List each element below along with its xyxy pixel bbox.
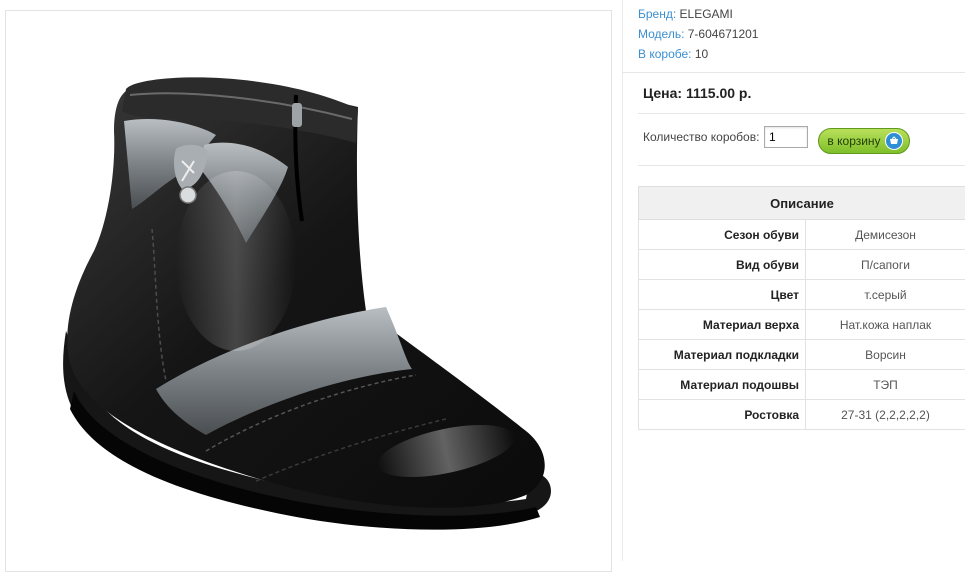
spec-key: Материал подошвы bbox=[639, 370, 806, 400]
spec-key: Сезон обуви bbox=[639, 220, 806, 250]
brand-value: ELEGAMI bbox=[680, 7, 733, 21]
separator bbox=[638, 113, 965, 114]
box-label: В коробе: bbox=[638, 47, 692, 61]
column-divider bbox=[622, 0, 623, 561]
model-label: Модель: bbox=[638, 27, 684, 41]
table-row: Ростовка 27-31 (2,2,2,2,2) bbox=[639, 400, 965, 430]
separator bbox=[622, 72, 965, 73]
table-row: Цвет т.серый bbox=[639, 280, 965, 310]
spec-value: 27-31 (2,2,2,2,2) bbox=[806, 400, 965, 430]
spec-value: ТЭП bbox=[806, 370, 965, 400]
spec-key: Ростовка bbox=[639, 400, 806, 430]
spec-value: Нат.кожа наплак bbox=[806, 310, 965, 340]
spec-value: Демисезон bbox=[806, 220, 965, 250]
brand-line: Бренд: ELEGAMI bbox=[638, 7, 733, 21]
model-line: Модель: 7-604671201 bbox=[638, 27, 758, 41]
spec-key: Материал верха bbox=[639, 310, 806, 340]
add-to-cart-label: в корзину bbox=[827, 134, 880, 148]
quantity-input[interactable] bbox=[764, 126, 808, 148]
spec-value: П/сапоги bbox=[806, 250, 965, 280]
box-value: 10 bbox=[695, 47, 708, 61]
spec-key: Материал подкладки bbox=[639, 340, 806, 370]
description-table: Описание Сезон обуви Демисезон Вид обуви… bbox=[638, 186, 965, 430]
table-row: Материал подошвы ТЭП bbox=[639, 370, 965, 400]
table-row: Вид обуви П/сапоги bbox=[639, 250, 965, 280]
brand-label: Бренд: bbox=[638, 7, 676, 21]
table-row: Материал подкладки Ворсин bbox=[639, 340, 965, 370]
spec-key: Цвет bbox=[639, 280, 806, 310]
spec-value: т.серый bbox=[806, 280, 965, 310]
spec-value: Ворсин bbox=[806, 340, 965, 370]
model-value: 7-604671201 bbox=[688, 27, 759, 41]
product-image[interactable] bbox=[5, 10, 612, 572]
boot-illustration bbox=[6, 11, 611, 571]
add-to-cart-button[interactable]: в корзину bbox=[818, 128, 910, 154]
quantity-label: Количество коробов: bbox=[643, 130, 759, 144]
table-row: Материал верха Нат.кожа наплак bbox=[639, 310, 965, 340]
spec-key: Вид обуви bbox=[639, 250, 806, 280]
basket-icon bbox=[885, 132, 903, 150]
description-title: Описание bbox=[639, 187, 965, 220]
table-row: Сезон обуви Демисезон bbox=[639, 220, 965, 250]
product-price: Цена: 1115.00 р. bbox=[643, 85, 751, 101]
box-line: В коробе: 10 bbox=[638, 47, 708, 61]
separator bbox=[638, 165, 965, 166]
